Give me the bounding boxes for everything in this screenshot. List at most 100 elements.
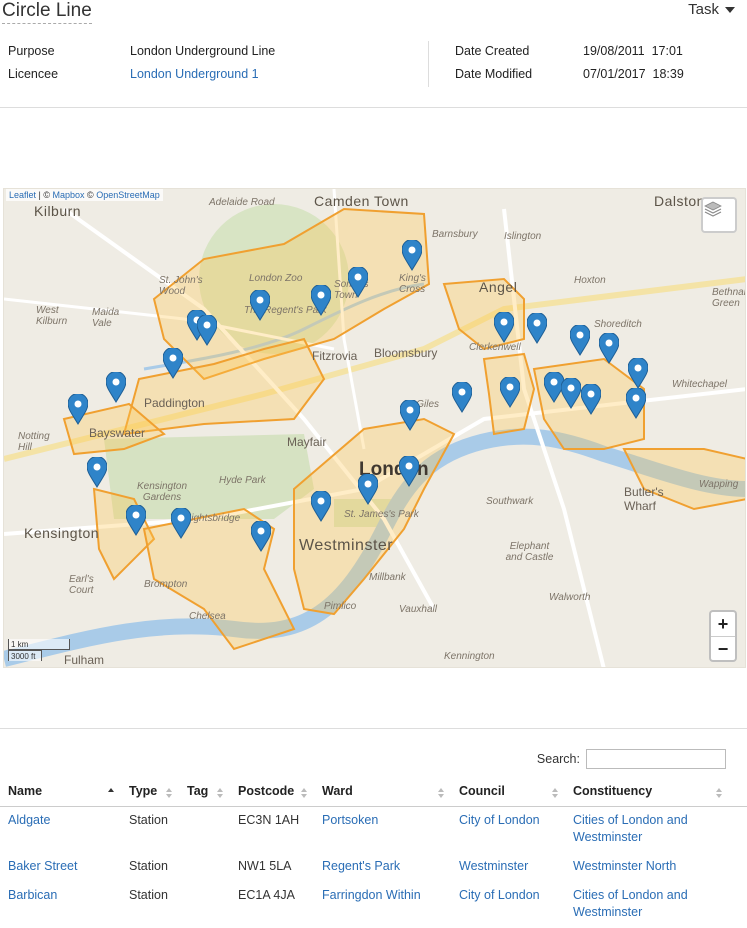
station-marker-icon[interactable] [171,508,191,539]
station-marker-icon[interactable] [68,394,88,425]
place-label: Whitechapel [672,379,728,390]
mapbox-link[interactable]: Mapbox [53,190,85,200]
purpose-label: Purpose [8,44,55,58]
divider [0,728,747,729]
station-type: Station [129,813,168,827]
place-label: Elephant and Castle [505,541,554,563]
table-cell [179,882,230,928]
station-marker-icon[interactable] [452,382,472,413]
station-marker-icon[interactable] [400,400,420,431]
table-cell: Westminster [451,853,565,882]
place-label: Hyde Park [219,475,266,486]
caret-down-icon [725,6,735,13]
column-header-constituency[interactable]: Constituency [565,778,747,807]
constituency-link[interactable]: Cities of London and Westminster [573,813,688,844]
sort-asc-icon [108,788,115,798]
licencee-label: Licencee [8,67,59,81]
station-marker-icon[interactable] [251,521,271,552]
date-created-value: 19/08/2011 17:01 [583,44,683,58]
place-label: Butler's Wharf [624,485,664,513]
place-label: Barnsbury [432,229,478,240]
constituency-link[interactable]: Westminster North [573,859,676,873]
station-name-link[interactable]: Aldgate [8,813,50,827]
place-label: Bayswater [89,426,146,440]
place-label: Islington [504,231,542,242]
station-marker-icon[interactable] [250,290,270,321]
table-cell: Aldgate [0,807,121,853]
station-marker-icon[interactable] [626,388,646,419]
station-name-link[interactable]: Baker Street [8,859,77,873]
place-label: Kensington Gardens [136,481,188,503]
task-menu[interactable]: Task [688,1,735,18]
search-input[interactable] [586,749,726,769]
leaflet-link[interactable]: Leaflet [9,190,36,200]
layers-control[interactable] [701,197,737,233]
stations-table: Name Type Tag Postcode Ward Council Cons… [0,778,747,928]
column-header-type[interactable]: Type [121,778,179,807]
scale-km: 1 km [8,639,70,650]
station-marker-icon[interactable] [311,491,331,522]
attribution-sep: © [84,190,97,200]
station-marker-icon[interactable] [527,313,547,344]
column-header-council[interactable]: Council [451,778,565,807]
council-link[interactable]: City of London [459,813,540,827]
table-cell: Farringdon Within [314,882,451,928]
station-marker-icon[interactable] [163,348,183,379]
station-marker-icon[interactable] [311,285,331,316]
place-label: Vauxhall [399,604,437,615]
council-link[interactable]: Westminster [459,859,528,873]
station-marker-icon[interactable] [500,377,520,408]
place-label: Clerkenwell [469,342,521,353]
table-cell: NW1 5LA [230,853,314,882]
council-link[interactable]: City of London [459,888,540,902]
station-marker-icon[interactable] [87,457,107,488]
place-label: Hoxton [574,275,606,286]
map-attribution: Leaflet | © Mapbox © OpenStreetMap [6,189,163,201]
ward-link[interactable]: Portsoken [322,813,378,827]
constituency-link[interactable]: Cities of London and Westminster [573,888,688,919]
zoom-out-button[interactable]: − [711,636,735,660]
station-marker-icon[interactable] [570,325,590,356]
purpose-value[interactable]: London Underground Line [130,44,275,58]
station-marker-icon[interactable] [628,358,648,389]
zoom-in-button[interactable]: + [711,612,735,636]
station-name-link[interactable]: Barbican [8,888,57,902]
station-postcode: NW1 5LA [238,858,292,873]
station-marker-icon[interactable] [358,474,378,505]
station-postcode: EC1A 4JA [238,887,295,902]
ward-link[interactable]: Farringdon Within [322,888,421,902]
place-label: Fitzrovia [312,349,358,363]
openstreetmap-link[interactable]: OpenStreetMap [96,190,160,200]
station-marker-icon[interactable] [106,372,126,403]
column-header-postcode[interactable]: Postcode [230,778,314,807]
zoom-control: + − [709,610,737,662]
station-marker-icon[interactable] [561,378,581,409]
place-label: Fulham [64,653,105,667]
sort-icon [438,788,445,798]
sort-icon [716,788,723,798]
date-created-label: Date Created [455,44,530,58]
place-label: Shoreditch [594,319,642,330]
station-marker-icon[interactable] [126,505,146,536]
licencee-link[interactable]: London Underground 1 [130,67,259,81]
station-marker-icon[interactable] [402,240,422,271]
column-header-name[interactable]: Name [0,778,121,807]
column-header-tag[interactable]: Tag [179,778,230,807]
place-label: Paddington [144,396,205,410]
table-header-row: Name Type Tag Postcode Ward Council Cons… [0,778,747,807]
page-title[interactable]: Circle Line [2,0,92,24]
station-marker-icon[interactable] [599,333,619,364]
sort-icon [301,788,308,798]
table-cell: Cities of London and Westminster [565,882,747,928]
place-label: St. James's Park [344,509,419,520]
place-label: Westminster [299,537,394,554]
ward-link[interactable]: Regent's Park [322,859,400,873]
column-header-ward[interactable]: Ward [314,778,451,807]
station-marker-icon[interactable] [197,315,217,346]
station-marker-icon[interactable] [494,312,514,343]
station-marker-icon[interactable] [348,267,368,298]
station-marker-icon[interactable] [399,456,419,487]
map[interactable]: Kilburn Camden Town Dalston Angel London… [3,188,746,668]
place-label: Kennington [444,651,495,662]
station-marker-icon[interactable] [581,384,601,415]
